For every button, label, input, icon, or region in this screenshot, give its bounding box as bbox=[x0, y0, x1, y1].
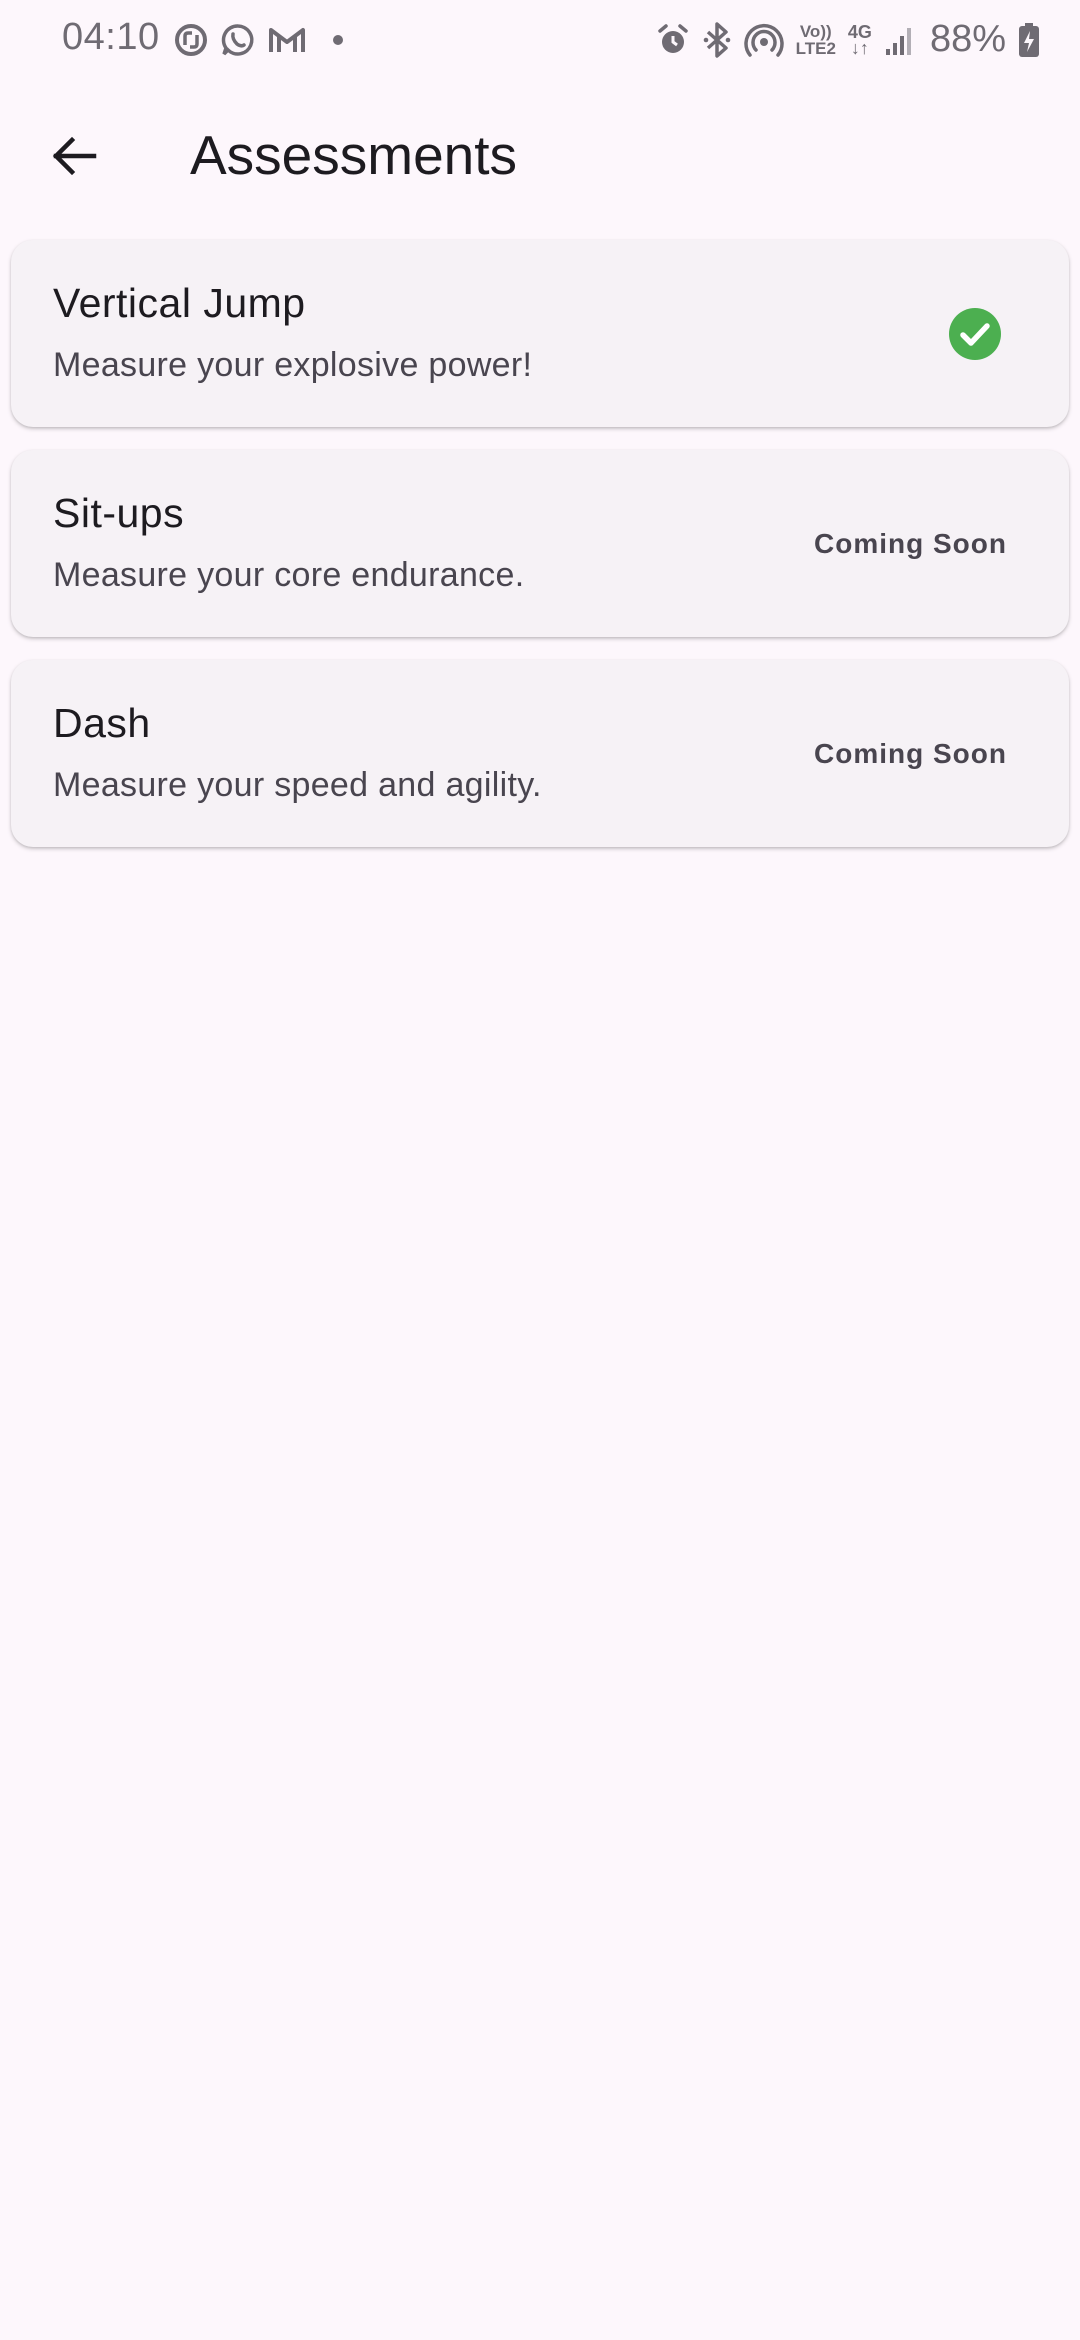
assessment-card-dash[interactable]: Dash Measure your speed and agility. Com… bbox=[11, 660, 1069, 847]
bluetooth-icon bbox=[702, 21, 732, 58]
arrow-back-icon bbox=[50, 132, 98, 185]
card-subtitle: Measure your speed and agility. bbox=[53, 766, 542, 804]
card-subtitle: Measure your explosive power! bbox=[53, 346, 533, 384]
app-bar: Assessments bbox=[0, 100, 1080, 212]
signal-icon bbox=[884, 23, 914, 57]
card-title: Sit-ups bbox=[53, 490, 185, 536]
card-title: Vertical Jump bbox=[53, 280, 306, 326]
volte-top-label: Vo)) bbox=[799, 21, 832, 41]
assessment-card-sit-ups[interactable]: Sit-ups Measure your core endurance. Com… bbox=[11, 450, 1069, 637]
alarm-icon bbox=[656, 23, 690, 57]
coming-soon-label: Coming Soon bbox=[814, 738, 1007, 769]
battery-percent: 88% bbox=[929, 18, 1006, 60]
whatsapp-icon bbox=[220, 22, 256, 58]
volte-icon: Vo)) LTE2 bbox=[796, 23, 836, 57]
status-time: 04:10 bbox=[62, 16, 160, 58]
sync-app-icon bbox=[174, 23, 208, 57]
hotspot-icon bbox=[743, 22, 784, 58]
gmail-icon bbox=[268, 25, 306, 55]
coming-soon-label: Coming Soon bbox=[814, 528, 1007, 559]
battery-charging-icon bbox=[1018, 22, 1040, 58]
assessment-card-vertical-jump[interactable]: Vertical Jump Measure your explosive pow… bbox=[11, 240, 1069, 427]
back-button[interactable] bbox=[36, 120, 112, 196]
card-title: Dash bbox=[53, 700, 151, 746]
network-4g-icon: 4G ↓↑ bbox=[847, 21, 872, 58]
card-subtitle: Measure your core endurance. bbox=[53, 556, 525, 594]
status-left-icons bbox=[174, 22, 344, 58]
status-right-icons: Vo)) LTE2 4G ↓↑ 88% bbox=[656, 18, 1040, 61]
status-bar: 04:10 Vo)) LTE2 4G ↓↑ 88% bbox=[0, 0, 1080, 80]
check-circle-icon bbox=[948, 307, 1002, 361]
page-title: Assessments bbox=[190, 124, 518, 186]
assessment-list: Vertical Jump Measure your explosive pow… bbox=[11, 240, 1069, 870]
notification-dot-icon bbox=[332, 34, 344, 46]
volte-bottom-label: LTE2 bbox=[795, 38, 836, 58]
